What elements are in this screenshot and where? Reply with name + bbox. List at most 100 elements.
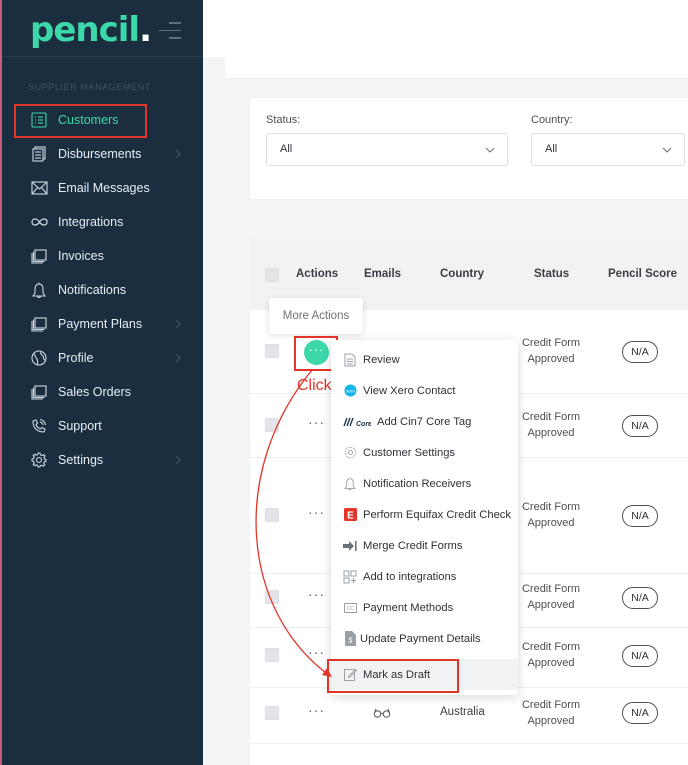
pencil-score-badge: N/A — [622, 505, 658, 527]
sidebar-item-disbursements[interactable]: Disbursements — [2, 137, 205, 171]
sidebar-item-profile[interactable]: Profile — [2, 341, 205, 375]
xero-icon: xero — [343, 384, 357, 398]
row-actions-icon[interactable]: ··· — [308, 586, 325, 602]
menu-item-perform-equifax-credit-check[interactable]: E Perform Equifax Credit Check — [331, 499, 518, 530]
sidebar-item-notifications[interactable]: Notifications — [2, 273, 205, 307]
sidebar-item-label: Support — [58, 419, 102, 433]
menu-item-notification-receivers[interactable]: Notification Receivers — [331, 468, 518, 499]
menu-item-label: Add to integrations — [363, 570, 457, 583]
row-actions-icon[interactable]: ··· — [308, 504, 325, 520]
row-checkbox[interactable] — [265, 344, 279, 358]
sidebar-item-settings[interactable]: Settings — [2, 443, 205, 477]
column-header-pencil-score[interactable]: Pencil Score — [608, 268, 677, 280]
row-checkbox[interactable] — [265, 590, 279, 604]
logo-dot: . — [139, 10, 152, 50]
svg-text:E: E — [347, 510, 354, 521]
menu-item-review[interactable]: Review — [331, 344, 518, 375]
gear-icon — [30, 451, 48, 469]
menu-item-payment-methods[interactable]: CC Payment Methods — [331, 592, 518, 623]
sidebar-item-label: Sales Orders — [58, 385, 131, 399]
row-country: Australia — [440, 706, 485, 718]
row-checkbox[interactable] — [265, 418, 279, 432]
menu-item-label: Customer Settings — [363, 446, 456, 459]
svg-text:xero: xero — [346, 388, 355, 393]
svg-text:Core: Core — [356, 421, 371, 428]
row-actions-icon[interactable]: ··· — [308, 702, 325, 718]
actions-dropdown-menu: Review xero View Xero Contact Core Add C… — [331, 340, 518, 695]
pencil-score-badge: N/A — [622, 702, 658, 724]
chevron-right-icon — [175, 319, 181, 329]
menu-item-add-to-integrations[interactable]: Add to integrations — [331, 561, 518, 592]
row-status: Credit Form Approved — [521, 337, 581, 365]
sidebar-item-label: Email Messages — [58, 181, 150, 195]
chevron-down-icon — [485, 147, 495, 153]
pencil-score-badge: N/A — [622, 645, 658, 667]
top-header-bar — [203, 0, 688, 57]
sidebar-item-payment-plans[interactable]: Payment Plans — [2, 307, 205, 341]
menu-item-customer-settings[interactable]: Customer Settings — [331, 437, 518, 468]
more-actions-tooltip: More Actions — [269, 298, 363, 334]
menu-item-view-xero-contact[interactable]: xero View Xero Contact — [331, 375, 518, 406]
menu-item-label: Notification Receivers — [363, 477, 472, 490]
row-status: Credit Form Approved — [521, 641, 581, 669]
menu-item-label: Update Payment Details — [360, 632, 481, 645]
sidebar-item-integrations[interactable]: Integrations — [2, 205, 205, 239]
sidebar-item-email-messages[interactable]: Email Messages — [2, 171, 205, 205]
row-status: Credit Form Approved — [521, 583, 581, 611]
card-icon: CC — [343, 601, 357, 615]
stack-icon — [30, 145, 48, 163]
gear-icon — [343, 446, 357, 460]
pencil-score-badge: N/A — [622, 587, 658, 609]
sidebar-item-invoices[interactable]: Invoices — [2, 239, 205, 273]
sidebar-section-label: SUPPLIER MANAGEMENT — [28, 82, 151, 92]
chevron-right-icon — [175, 353, 181, 363]
row-actions-icon[interactable]: ··· — [308, 644, 325, 660]
row-checkbox[interactable] — [265, 706, 279, 720]
menu-item-update-payment-details[interactable]: $ Update Payment Details — [331, 623, 518, 654]
sidebar-item-sales-orders[interactable]: Sales Orders — [2, 375, 205, 409]
logo-text: pencil — [30, 10, 140, 50]
menu-item-label: Review — [363, 353, 400, 366]
column-header-country[interactable]: Country — [440, 268, 484, 280]
column-header-emails[interactable]: Emails — [364, 268, 401, 280]
column-header-actions[interactable]: Actions — [296, 268, 338, 280]
globe-icon — [30, 349, 48, 367]
menu-item-label: Merge Credit Forms — [363, 539, 463, 552]
phone-icon — [30, 417, 48, 435]
svg-text:$: $ — [348, 638, 352, 645]
table-row[interactable] — [250, 744, 688, 765]
row-actions-icon[interactable]: ··· — [308, 414, 325, 430]
menu-item-merge-credit-forms[interactable]: Merge Credit Forms — [331, 530, 518, 561]
sidebar-item-label: Invoices — [58, 249, 104, 263]
copy-icon — [30, 315, 48, 333]
status-filter-select[interactable]: All — [266, 133, 508, 166]
cin7-icon: Core — [343, 415, 371, 429]
row-checkbox[interactable] — [265, 508, 279, 522]
sidebar-item-support[interactable]: Support — [2, 409, 205, 443]
row-checkbox[interactable] — [265, 648, 279, 662]
status-filter-value: All — [280, 143, 293, 155]
customers-highlight-annotation — [14, 104, 147, 138]
menu-toggle-icon[interactable] — [159, 22, 181, 45]
row-status: Credit Form Approved — [521, 699, 581, 727]
country-filter-select[interactable]: All — [531, 133, 685, 166]
chevron-right-icon — [175, 149, 181, 159]
sidebar-item-label: Profile — [58, 351, 94, 365]
page-toolbar — [225, 57, 688, 79]
country-filter-value: All — [545, 143, 558, 155]
column-header-status[interactable]: Status — [534, 268, 569, 280]
sidebar-nav: Customers Disbursements Email Messages I… — [2, 103, 205, 477]
select-all-checkbox[interactable] — [265, 268, 279, 282]
pencil-logo[interactable]: pencil. — [30, 10, 152, 50]
glasses-icon — [373, 708, 391, 718]
pencil-score-badge: N/A — [622, 415, 658, 437]
table-row[interactable]: ··· Australia Credit Form Approved N/A — [250, 688, 688, 744]
dollar-document-icon: $ — [343, 631, 357, 646]
document-icon — [343, 353, 357, 367]
merge-icon — [343, 539, 357, 553]
menu-item-label: Add Cin7 Core Tag — [377, 415, 472, 428]
menu-item-add-cin7-core-tag[interactable]: Core Add Cin7 Core Tag — [331, 406, 518, 437]
status-filter-label: Status: — [266, 114, 301, 126]
bell-icon — [343, 477, 357, 491]
envelope-icon — [30, 179, 48, 197]
